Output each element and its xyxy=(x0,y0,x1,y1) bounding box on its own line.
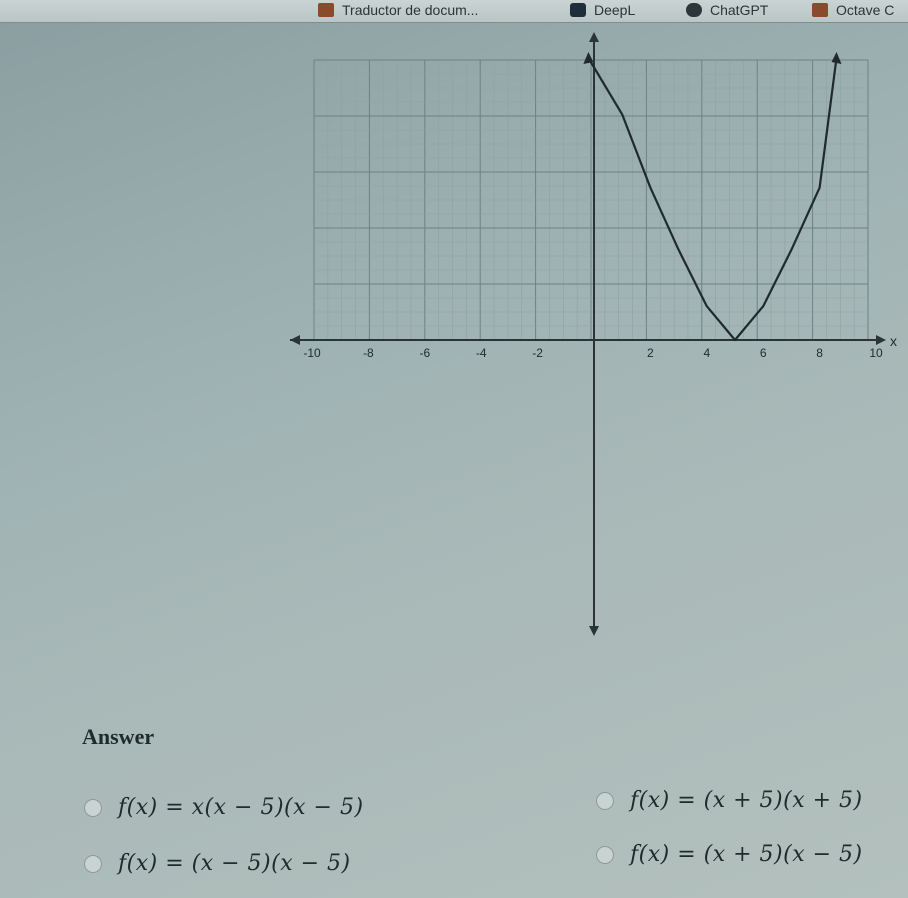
radio-button[interactable] xyxy=(84,854,102,873)
x-tick-label: 2 xyxy=(647,346,654,360)
bookmark-octave[interactable]: Octave C xyxy=(812,2,894,18)
deepl-icon xyxy=(570,3,586,17)
x-tick-label: 10 xyxy=(869,346,883,360)
option-text: f(x) = (x − 5)(x − 5) xyxy=(118,851,351,876)
x-axis-arrow-left xyxy=(290,335,300,345)
x-tick-label: 8 xyxy=(816,346,823,360)
y-axis-arrow-up xyxy=(589,32,599,42)
curve-arrow-left xyxy=(583,52,594,64)
x-axis-arrow-right xyxy=(876,335,886,345)
bookmark-label: Traductor de docum... xyxy=(342,2,479,18)
parabola-graph: x -10 -8 -6 -4 -2 2 4 6 8 10 xyxy=(290,32,897,636)
option-text: f(x) = x(x − 5)(x − 5) xyxy=(118,795,364,820)
bookmark-label: DeepL xyxy=(594,2,636,18)
y-axis-arrow-down xyxy=(589,626,599,636)
x-tick-label: -8 xyxy=(363,346,374,360)
x-tick-label: -4 xyxy=(476,346,487,360)
x-axis-label: x xyxy=(890,333,897,349)
option-text: f(x) = (x + 5)(x − 5) xyxy=(630,842,863,867)
bookmark-label: ChatGPT xyxy=(710,2,769,18)
grid-lines xyxy=(313,59,869,341)
axes xyxy=(290,32,886,636)
x-tick-label: -2 xyxy=(532,346,543,360)
bookmark-chatgpt[interactable]: ChatGPT xyxy=(686,2,768,18)
curve-layer xyxy=(583,52,842,342)
answer-heading: Answer xyxy=(82,724,155,749)
curve-arrow-right xyxy=(831,52,842,64)
translate-icon xyxy=(318,3,334,17)
bookmark-translator[interactable]: Traductor de docum... xyxy=(318,2,478,18)
octave-icon xyxy=(812,3,828,17)
option-text: f(x) = (x + 5)(x + 5) xyxy=(630,788,863,813)
tick-labels: x -10 -8 -6 -4 -2 2 4 6 8 10 xyxy=(303,333,897,360)
x-tick-label: 6 xyxy=(760,346,767,360)
radio-button[interactable] xyxy=(84,798,102,817)
answer-option-1[interactable]: f(x) = x(x − 5)(x − 5) xyxy=(84,795,364,820)
bookmark-label: Octave C xyxy=(836,2,895,18)
bookmarks-bar: Traductor de docum... DeepL ChatGPT Octa… xyxy=(0,0,908,23)
chatgpt-icon xyxy=(686,3,702,17)
answer-option-2[interactable]: f(x) = (x + 5)(x + 5) xyxy=(596,788,863,813)
radio-button[interactable] xyxy=(596,791,614,810)
graph-area: x -10 -8 -6 -4 -2 2 4 6 8 10 xyxy=(0,22,908,662)
x-tick-label: 4 xyxy=(703,346,710,360)
x-tick-label: -6 xyxy=(419,346,430,360)
x-tick-label: -10 xyxy=(303,346,321,360)
bookmark-deepl[interactable]: DeepL xyxy=(570,2,635,18)
answer-option-3[interactable]: f(x) = (x − 5)(x − 5) xyxy=(84,851,351,876)
answer-option-4[interactable]: f(x) = (x + 5)(x − 5) xyxy=(596,842,863,867)
radio-button[interactable] xyxy=(596,845,614,864)
